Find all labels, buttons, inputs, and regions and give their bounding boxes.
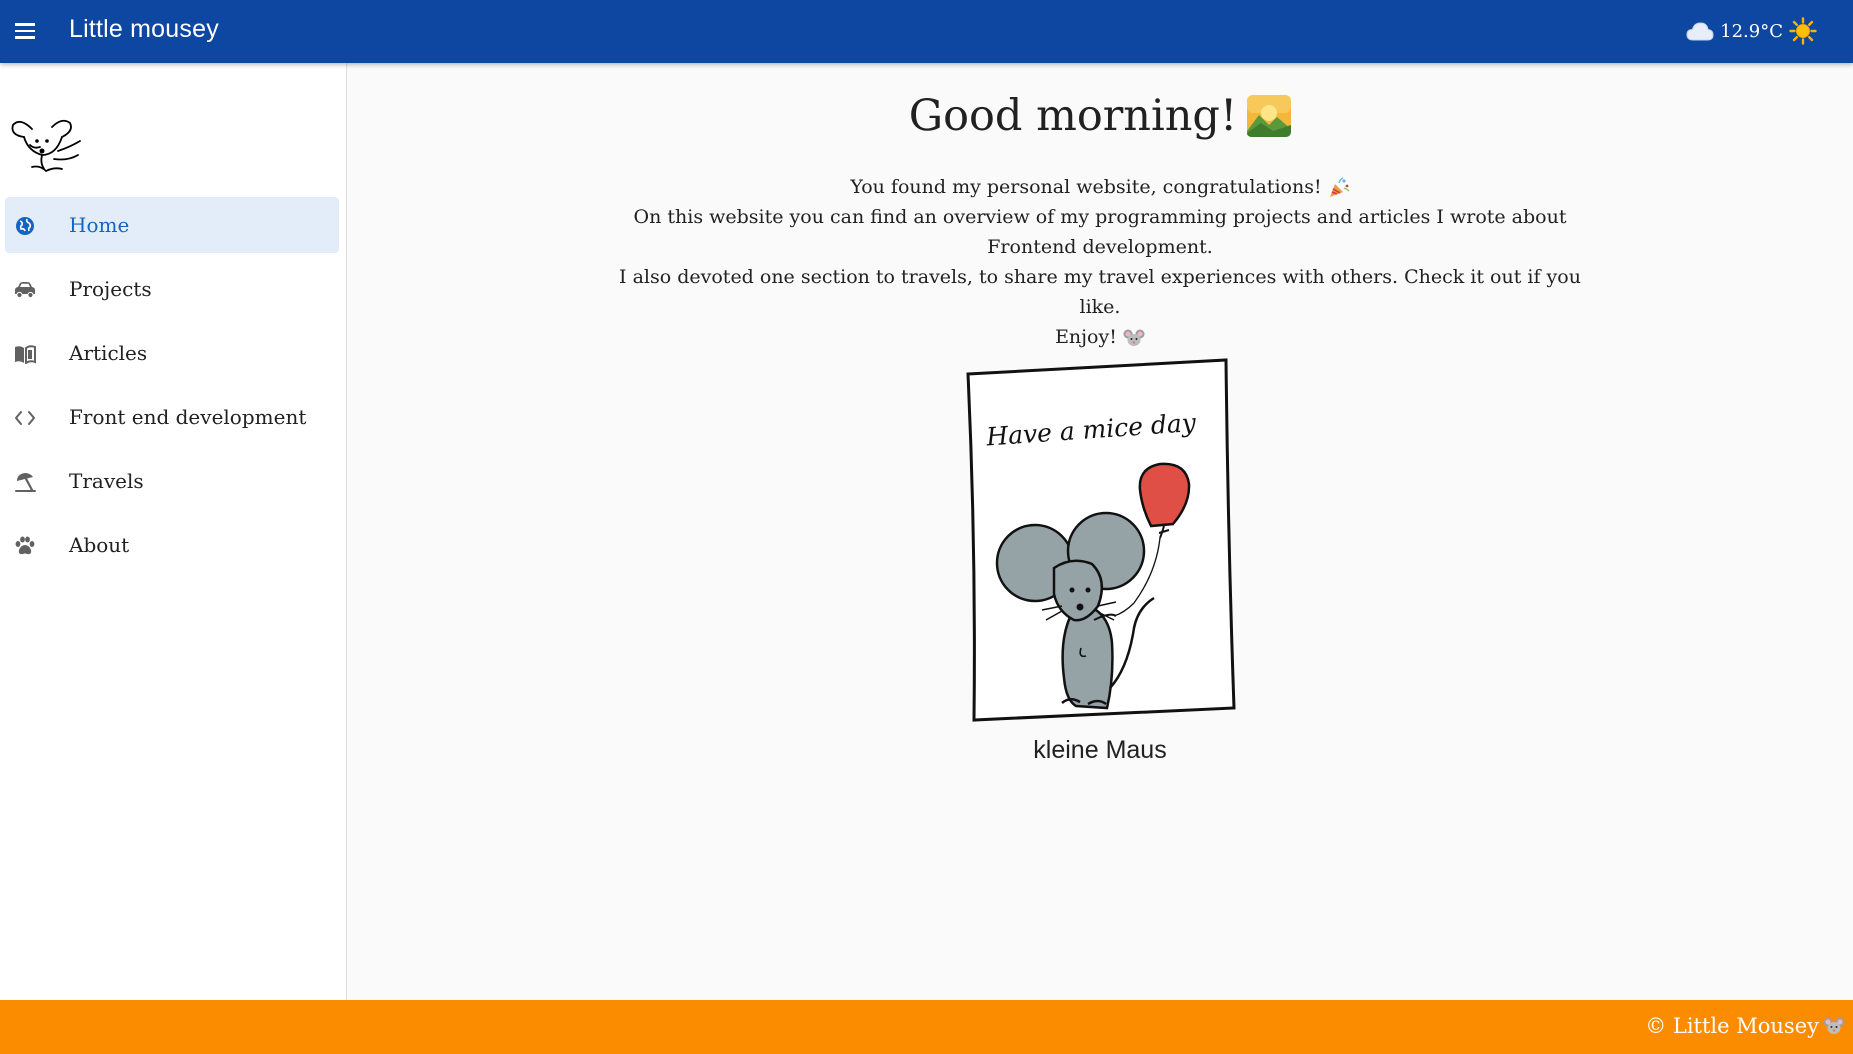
intro-line-3: I also devoted one section to travels, t… — [619, 266, 1581, 318]
navigation-drawer: Home Projects Articles Front end develop… — [0, 63, 347, 1000]
top-app-bar: Little mousey 12.9°C — [0, 0, 1853, 63]
footer-text: © Little Mousey — [1645, 1014, 1819, 1038]
mouse-face-icon — [1823, 1017, 1845, 1034]
globe-icon — [14, 215, 36, 237]
sun-icon — [1789, 17, 1817, 45]
party-popper-icon — [1329, 177, 1350, 197]
mouse-balloon-drawing: Have a mice day — [966, 358, 1236, 722]
main-content: Good morning! You found my personal webs… — [347, 63, 1853, 1000]
car-icon — [14, 279, 36, 301]
mouse-face-icon — [1123, 329, 1145, 346]
footer: © Little Mousey — [0, 1000, 1853, 1054]
image-caption: kleine Maus — [1033, 736, 1167, 764]
sidebar-item-articles[interactable]: Articles — [5, 325, 339, 381]
sunrise-over-mountains-icon — [1247, 95, 1292, 137]
intro-line-2: On this website you can find an overview… — [633, 206, 1567, 258]
greeting-heading: Good morning! — [347, 91, 1853, 141]
sidebar-item-label: Home — [69, 213, 130, 237]
sidebar-nav: Home Projects Articles Front end develop… — [5, 197, 339, 581]
cloud-icon — [1686, 22, 1714, 41]
sidebar-item-label: About — [69, 533, 130, 557]
book-icon — [14, 343, 36, 365]
umbrella-beach-icon — [14, 471, 36, 493]
temperature-value: 12.9°C — [1720, 20, 1783, 42]
hamburger-menu-icon[interactable] — [10, 13, 40, 49]
sidebar-item-travels[interactable]: Travels — [5, 453, 339, 509]
intro-text: You found my personal website, congratul… — [600, 172, 1600, 352]
sidebar-item-projects[interactable]: Projects — [5, 261, 339, 317]
mouse-logo-icon[interactable] — [10, 111, 86, 183]
intro-line-1: You found my personal website, congratul… — [850, 176, 1322, 198]
greeting-text: Good morning! — [908, 91, 1238, 141]
sidebar-item-about[interactable]: About — [5, 517, 339, 573]
sidebar-item-label: Articles — [69, 341, 148, 365]
sidebar-item-label: Front end development — [69, 405, 307, 429]
app-title[interactable]: Little mousey — [69, 15, 219, 44]
sidebar-item-front-end-development[interactable]: Front end development — [5, 389, 339, 445]
intro-line-4: Enjoy! — [1055, 326, 1117, 348]
code-icon — [14, 407, 36, 429]
paw-icon — [14, 535, 36, 557]
sidebar-item-home[interactable]: Home — [5, 197, 339, 253]
sidebar-item-label: Projects — [69, 277, 152, 301]
weather-widget: 12.9°C — [1686, 15, 1817, 47]
footer-copyright: © Little Mousey — [1645, 1014, 1845, 1038]
sidebar-item-label: Travels — [69, 469, 144, 493]
